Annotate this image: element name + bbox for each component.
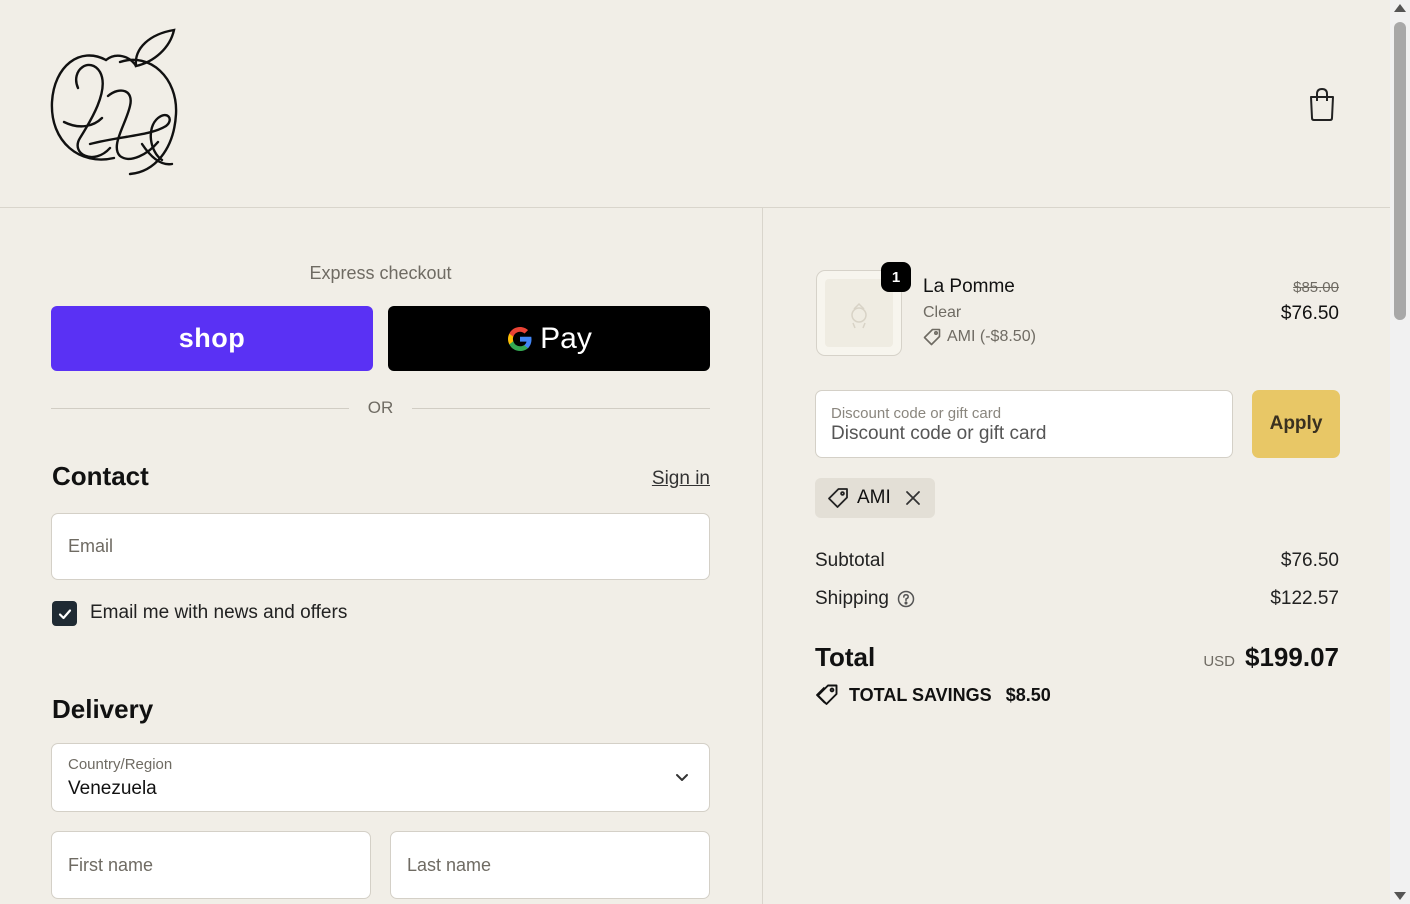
- remove-discount-button[interactable]: [905, 490, 921, 506]
- help-icon[interactable]: [897, 590, 915, 608]
- total-label: Total: [815, 642, 876, 672]
- chevron-down-icon: [676, 774, 688, 781]
- subtotal-label: Subtotal: [815, 550, 885, 571]
- discount-placeholder: Discount code or gift card: [831, 423, 1047, 444]
- applied-discount-chip: AMI: [815, 478, 935, 518]
- scroll-down-arrow[interactable]: [1394, 892, 1406, 900]
- express-checkout-title: Express checkout: [309, 263, 452, 283]
- product-name: La Pomme: [923, 276, 1015, 297]
- country-select[interactable]: Country/Region Venezuela: [51, 743, 710, 812]
- first-name-placeholder: First name: [68, 854, 154, 875]
- sign-in-link[interactable]: Sign in: [600, 468, 710, 490]
- first-name-field[interactable]: First name: [51, 831, 371, 899]
- shop-pay-button[interactable]: shop: [51, 306, 373, 371]
- cart-button[interactable]: [1306, 86, 1338, 122]
- product-discount: AMI (-$8.50): [923, 328, 1036, 346]
- shopping-bag-icon: [1310, 87, 1334, 121]
- total-savings: TOTAL SAVINGS $8.50: [815, 683, 1051, 707]
- item-price: $76.50: [1280, 303, 1339, 324]
- divider-line: [412, 408, 710, 409]
- product-discount-text: AMI (-$8.50): [947, 328, 1036, 345]
- savings-value: $8.50: [1005, 684, 1051, 705]
- close-icon: [905, 491, 920, 505]
- google-g-icon: [508, 326, 532, 351]
- order-summary: 1 La Pomme Clear AMI (-$8.50) $85.00 $76…: [762, 208, 1390, 904]
- apply-button[interactable]: Apply: [1252, 390, 1340, 458]
- checkout-form: Express checkout shop Pay OR Contact Sig…: [0, 208, 762, 904]
- contact-heading: Contact: [52, 461, 149, 491]
- google-pay-label: Pay: [540, 321, 592, 355]
- savings-label: TOTAL SAVINGS: [849, 684, 992, 705]
- shipping-value: $122.57: [1270, 588, 1339, 609]
- discount-label: Discount code or gift card: [831, 405, 1002, 422]
- country-label: Country/Region: [68, 756, 173, 773]
- header: [0, 0, 1390, 208]
- tag-icon: [828, 488, 848, 508]
- newsletter-label[interactable]: Email me with news and offers: [90, 602, 347, 624]
- checkmark-icon: [58, 608, 71, 619]
- tag-icon: [816, 684, 838, 705]
- checkout-page: Express checkout shop Pay OR Contact Sig…: [0, 0, 1390, 904]
- or-divider: OR: [51, 398, 710, 420]
- shipping-label: Shipping: [815, 588, 889, 609]
- scrollbar-thumb[interactable]: [1394, 22, 1406, 320]
- shipping-row-label: Shipping: [815, 588, 915, 610]
- email-placeholder: Email: [68, 536, 114, 556]
- total-value-row: USD $199.07: [1203, 642, 1339, 673]
- apple-monogram-logo[interactable]: [50, 26, 180, 181]
- product-variant: Clear: [923, 304, 962, 321]
- currency-code: USD: [1203, 653, 1236, 670]
- delivery-heading: Delivery: [52, 694, 154, 724]
- last-name-field[interactable]: Last name: [390, 831, 710, 899]
- total-value: $199.07: [1245, 642, 1339, 672]
- tag-icon: [923, 328, 941, 346]
- last-name-placeholder: Last name: [407, 854, 492, 875]
- email-field[interactable]: Email: [51, 513, 710, 580]
- newsletter-checkbox[interactable]: [52, 601, 77, 626]
- discount-code-input[interactable]: Discount code or gift card Discount code…: [815, 390, 1233, 458]
- quantity-badge: 1: [881, 262, 911, 292]
- google-pay-button[interactable]: Pay: [388, 306, 710, 371]
- shop-pay-label: shop: [178, 323, 246, 353]
- applied-code: AMI: [857, 487, 891, 508]
- subtotal-value: $76.50: [1280, 550, 1339, 571]
- scroll-up-arrow[interactable]: [1394, 4, 1406, 12]
- scrollbar[interactable]: [1390, 0, 1410, 904]
- original-price: $85.00: [1293, 279, 1339, 296]
- country-value: Venezuela: [68, 778, 157, 799]
